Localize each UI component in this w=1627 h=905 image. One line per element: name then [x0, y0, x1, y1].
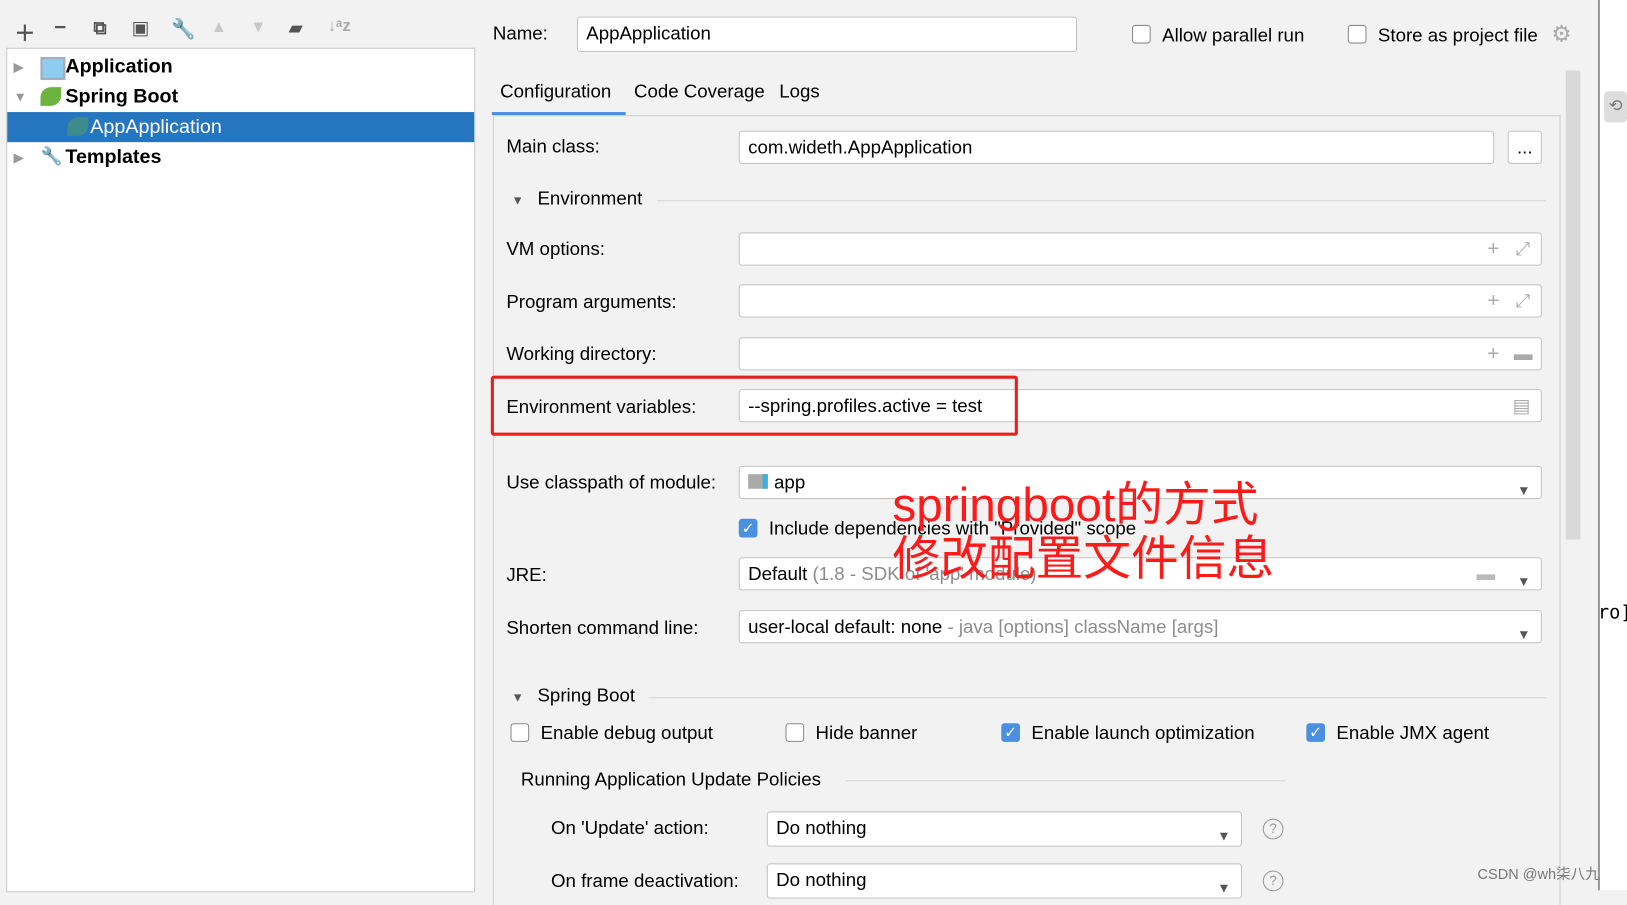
expand-arrow-icon[interactable]: ▶	[13, 142, 23, 172]
application-icon	[40, 57, 66, 80]
tab-code-coverage[interactable]: Code Coverage	[634, 81, 765, 103]
chevron-down-icon: ▼	[1217, 828, 1231, 844]
program-arguments-input[interactable]: + ⤢	[738, 284, 1542, 318]
annotation-text: springboot的方式 修改配置文件信息	[892, 477, 1274, 585]
watermark: CSDN @wh柒八九	[1477, 865, 1600, 882]
background-text: ro]	[1597, 601, 1627, 624]
allow-parallel-checkbox[interactable]	[1132, 24, 1151, 44]
shorten-command-line-select[interactable]: user-local default: none - java [options…	[738, 610, 1542, 644]
annotation-line-2: 修改配置文件信息	[892, 531, 1275, 586]
collapse-arrow-icon[interactable]: ▼	[512, 690, 524, 705]
tree-node-templates[interactable]: ▶ 🔧 Templates	[7, 142, 474, 172]
jmx-agent-checkbox[interactable]: ✓	[1306, 723, 1326, 742]
include-deps-checkbox[interactable]: ✓	[738, 518, 758, 538]
tree-node-appapplication[interactable]: AppApplication	[7, 112, 475, 143]
gear-icon[interactable]: ⚙	[1551, 21, 1571, 48]
update-action-select[interactable]: Do nothing ▼	[766, 811, 1243, 847]
chevron-down-icon[interactable]: ▼	[1517, 567, 1530, 598]
folder-icon[interactable]: ▬	[1514, 338, 1533, 369]
working-directory-label: Working directory:	[506, 343, 657, 365]
plus-icon[interactable]: +	[1487, 285, 1499, 316]
expand-arrow-icon[interactable]: ▶	[13, 52, 23, 82]
tree-node-application[interactable]: ▶ Application	[7, 52, 474, 82]
divider	[656, 200, 1547, 202]
main-class-label: Main class:	[506, 135, 600, 157]
annotation-line-1: springboot的方式	[892, 477, 1259, 532]
jre-value: Default	[748, 563, 808, 585]
tab-configuration[interactable]: Configuration	[500, 81, 611, 103]
sort-icon[interactable]: ↓ᵃz	[328, 18, 351, 37]
shorten-hint: - java [options] className [args]	[947, 616, 1219, 638]
store-project-checkbox[interactable]	[1347, 24, 1367, 44]
enable-debug-label: Enable debug output	[540, 722, 713, 743]
chevron-down-icon: ▼	[1517, 482, 1531, 499]
history-icon: ⟲	[1604, 91, 1627, 123]
policies-title: Running Application Update Policies	[520, 768, 821, 790]
folder-icon[interactable]: ▬	[1477, 558, 1496, 589]
config-tree: ▶ Application ▼ Spring Boot AppApplicati…	[6, 47, 476, 893]
frame-deactivation-label: On frame deactivation:	[550, 870, 739, 892]
spring-boot-icon	[67, 117, 89, 136]
wrench-icon: 🔧	[40, 146, 63, 167]
highlight-box	[490, 375, 1018, 436]
scrollbar[interactable]	[1565, 70, 1581, 540]
background-window	[1597, 0, 1627, 891]
collapse-arrow-icon[interactable]: ▼	[512, 193, 524, 208]
update-action-value: Do nothing	[776, 817, 867, 839]
frame-deactivation-select[interactable]: Do nothing ▼	[766, 863, 1243, 899]
browse-button[interactable]: ...	[1507, 130, 1542, 164]
module-icon	[748, 474, 768, 489]
divider	[845, 780, 1286, 782]
edit-list-icon[interactable]: ▤	[1513, 390, 1531, 421]
plus-icon[interactable]: +	[1487, 338, 1499, 369]
store-project-label: Store as project file	[1377, 24, 1538, 46]
expand-icon[interactable]: ⤢	[1516, 233, 1531, 264]
main-class-input[interactable]: com.wideth.AppApplication	[738, 130, 1495, 164]
remove-config-button[interactable]: −	[54, 17, 66, 41]
update-action-label: On 'Update' action:	[550, 817, 709, 839]
save-icon[interactable]: ▣	[132, 18, 150, 40]
chevron-down-icon: ▼	[1217, 879, 1231, 896]
divider	[648, 697, 1547, 699]
help-icon[interactable]: ?	[1262, 870, 1284, 892]
collapse-arrow-icon[interactable]: ▼	[13, 82, 26, 112]
vm-options-label: VM options:	[506, 238, 605, 260]
spring-boot-icon	[40, 87, 62, 106]
hide-banner-label: Hide banner	[815, 722, 918, 743]
name-input[interactable]: AppApplication	[576, 16, 1078, 52]
jmx-agent-label: Enable JMX agent	[1336, 722, 1490, 743]
working-directory-input[interactable]: + ▬	[738, 337, 1542, 371]
hide-banner-checkbox[interactable]	[785, 723, 805, 742]
chevron-down-icon: ▼	[1517, 626, 1531, 643]
help-icon[interactable]: ?	[1262, 818, 1284, 840]
arrow-up-icon[interactable]: ▲	[211, 19, 227, 38]
vm-options-input[interactable]: + ⤢	[738, 232, 1542, 266]
add-config-button[interactable]: ＋	[15, 17, 36, 47]
program-arguments-label: Program arguments:	[506, 291, 677, 313]
allow-parallel-label: Allow parallel run	[1162, 24, 1305, 46]
name-label: Name:	[492, 22, 548, 44]
expand-icon[interactable]: ⤢	[1516, 285, 1531, 316]
launch-optimization-checkbox[interactable]: ✓	[1001, 723, 1020, 742]
environment-section-title[interactable]: Environment	[537, 188, 642, 210]
shorten-value: user-local default: none	[748, 616, 943, 638]
jre-label: JRE:	[506, 564, 547, 586]
spring-boot-section-title[interactable]: Spring Boot	[537, 685, 635, 707]
classpath-module-label: Use classpath of module:	[506, 472, 717, 493]
frame-deactivation-value: Do nothing	[776, 869, 867, 891]
shorten-command-line-label: Shorten command line:	[506, 617, 699, 639]
run-configurations-dialog: ＋ − ⧉ ▣ 🔧 ▲ ▼ ▰ ↓ᵃz ▶ Application ▼ Spri…	[0, 0, 1627, 905]
copy-icon[interactable]: ⧉	[93, 18, 106, 40]
tree-node-spring-boot[interactable]: ▼ Spring Boot	[7, 82, 474, 112]
plus-icon[interactable]: +	[1487, 233, 1499, 264]
arrow-down-icon[interactable]: ▼	[250, 19, 266, 38]
launch-optimization-label: Enable launch optimization	[1031, 722, 1255, 743]
enable-debug-checkbox[interactable]	[510, 723, 530, 742]
new-folder-icon[interactable]: ▰	[288, 18, 302, 40]
classpath-module-value: app	[774, 472, 806, 493]
tab-logs[interactable]: Logs	[779, 81, 820, 103]
wrench-icon[interactable]: 🔧	[171, 17, 196, 42]
